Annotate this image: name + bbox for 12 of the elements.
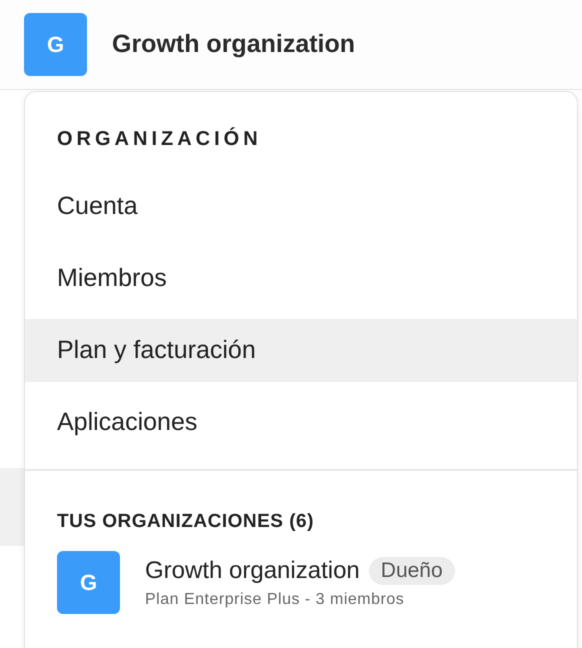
menu-item[interactable]: Aplicaciones bbox=[25, 391, 577, 454]
org-details: Plan Enterprise Plus - 3 miembros bbox=[145, 590, 406, 608]
menu-item[interactable]: Miembros bbox=[25, 247, 577, 310]
role-badge: Dueño bbox=[368, 556, 455, 584]
org-name: Growth organization bbox=[112, 30, 356, 59]
org-avatar: G bbox=[24, 13, 87, 76]
menu-item[interactable]: Cuenta bbox=[25, 175, 577, 238]
menu-item[interactable]: Plan y facturación bbox=[25, 319, 577, 382]
org-name[interactable]: Growth organization bbox=[145, 556, 360, 584]
section-heading: ORGANIZACIÓN bbox=[56, 126, 263, 152]
section-heading: TUS ORGANIZACIONES (6) bbox=[56, 510, 315, 533]
org-avatar: G bbox=[57, 551, 120, 614]
